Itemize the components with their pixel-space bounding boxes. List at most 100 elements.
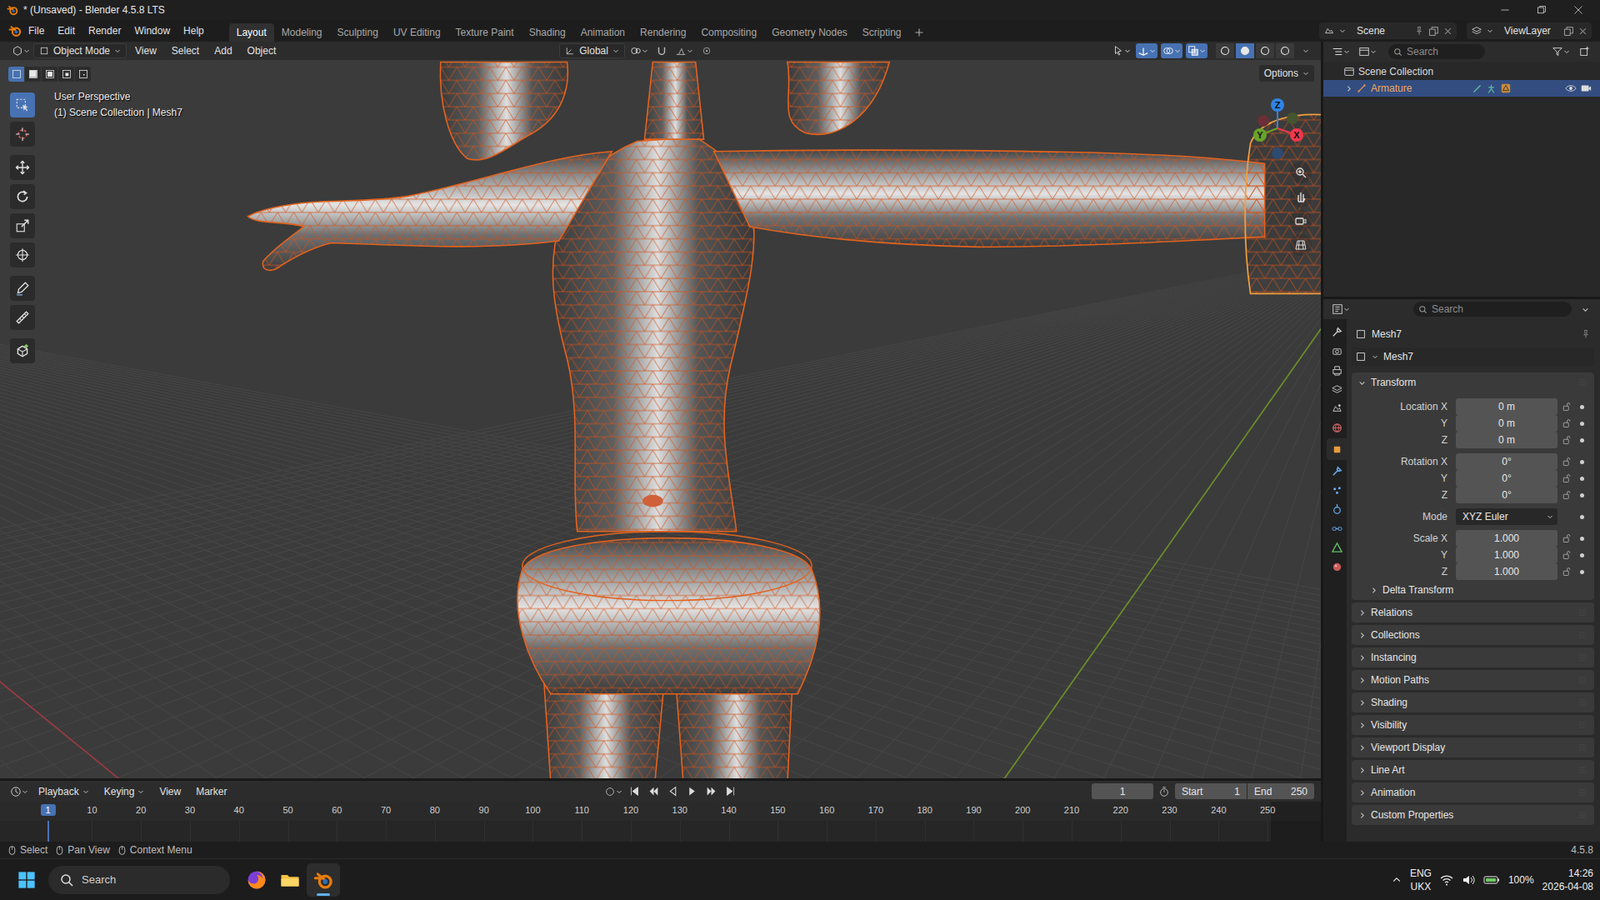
- start-frame-field[interactable]: Start1: [1175, 783, 1247, 800]
- properties-tab[interactable]: [1326, 438, 1347, 460]
- start-button[interactable]: [10, 863, 44, 897]
- navigation-gizmo[interactable]: ZYX: [1244, 95, 1315, 165]
- property-field[interactable]: 0 m: [1455, 398, 1558, 415]
- select-mode-button[interactable]: [58, 66, 75, 82]
- jump-end-button[interactable]: [722, 784, 740, 800]
- property-field[interactable]: 0°: [1455, 453, 1558, 470]
- gizmo-axis[interactable]: Z: [1270, 98, 1285, 129]
- select-mode-button[interactable]: [41, 66, 58, 82]
- close-button[interactable]: [1560, 0, 1597, 20]
- workspace-tab[interactable]: Texture Paint: [448, 23, 522, 42]
- properties-tab[interactable]: [1326, 500, 1347, 518]
- camera-view-button[interactable]: [1290, 210, 1312, 232]
- viewport-menu[interactable]: Add: [207, 43, 239, 59]
- panel-header[interactable]: Visibility: [1351, 715, 1595, 735]
- property-field[interactable]: 0 m: [1455, 415, 1558, 432]
- properties-tab[interactable]: [1326, 323, 1347, 340]
- select-mode-button[interactable]: [8, 66, 25, 82]
- play-reverse-button[interactable]: [665, 784, 682, 800]
- timeline-menu[interactable]: Playback: [31, 784, 96, 800]
- selected-object[interactable]: [1245, 114, 1321, 294]
- workspace-tab[interactable]: Modeling: [274, 23, 330, 42]
- properties-tab[interactable]: [1326, 342, 1347, 360]
- property-field[interactable]: 0°: [1455, 486, 1558, 504]
- jump-start-button[interactable]: [626, 784, 644, 800]
- tool-button[interactable]: [10, 242, 35, 268]
- lock-open-icon[interactable]: [1561, 401, 1572, 412]
- taskbar-search[interactable]: Search: [48, 865, 230, 895]
- lock-open-icon[interactable]: [1561, 456, 1572, 467]
- workspace-tab[interactable]: Rendering: [632, 23, 694, 42]
- panel-header[interactable]: Animation: [1351, 782, 1595, 803]
- lock-open-icon[interactable]: [1561, 435, 1572, 445]
- viewport-menu[interactable]: Object: [240, 43, 284, 59]
- timeline-track[interactable]: [0, 820, 1321, 842]
- panel-header[interactable]: Line Art: [1351, 760, 1595, 780]
- panel-header[interactable]: Relations: [1351, 602, 1595, 623]
- menu-item[interactable]: Edit: [50, 22, 82, 40]
- timeline-menu[interactable]: Marker: [189, 784, 234, 800]
- timeline-menu[interactable]: View: [152, 784, 188, 800]
- menu-item[interactable]: File: [21, 22, 51, 40]
- xray-button[interactable]: [1185, 43, 1208, 59]
- keyframe-dot[interactable]: [1580, 460, 1585, 465]
- character-mesh[interactable]: [247, 61, 1265, 779]
- outliner-search[interactable]: Search: [1388, 44, 1485, 60]
- tool-button[interactable]: [10, 338, 35, 364]
- editor-type-button[interactable]: [8, 784, 30, 800]
- zoom-button[interactable]: [1290, 161, 1312, 184]
- next-keyframe-button[interactable]: [703, 784, 720, 800]
- view-layer-field[interactable]: ViewLayer: [1466, 22, 1592, 40]
- workspace-tab[interactable]: UV Editing: [385, 23, 449, 42]
- panel-header[interactable]: Viewport Display: [1351, 737, 1595, 758]
- property-field[interactable]: 1.000: [1455, 530, 1558, 547]
- keyframe-dot[interactable]: [1580, 438, 1585, 443]
- snap-button[interactable]: [653, 43, 670, 59]
- add-workspace-button[interactable]: [909, 23, 930, 42]
- restore-button[interactable]: [1523, 0, 1560, 20]
- 3d-scene[interactable]: [0, 60, 1321, 779]
- gizmos-button[interactable]: [1135, 43, 1158, 59]
- proportional-button[interactable]: [698, 43, 715, 59]
- play-button[interactable]: [684, 784, 701, 800]
- viewport-menu[interactable]: Select: [165, 43, 206, 59]
- property-field[interactable]: 0 m: [1455, 431, 1558, 449]
- taskbar-app[interactable]: [273, 863, 307, 897]
- panel-header[interactable]: Shading: [1351, 692, 1595, 713]
- gizmo-axis[interactable]: Y: [1253, 128, 1278, 142]
- lock-open-icon[interactable]: [1561, 473, 1572, 484]
- properties-tab[interactable]: [1326, 539, 1347, 556]
- property-dropdown[interactable]: XYZ Euler: [1455, 508, 1558, 525]
- property-field[interactable]: 1.000: [1455, 546, 1558, 564]
- panel-header[interactable]: Motion Paths: [1351, 670, 1595, 690]
- properties-tab[interactable]: [1326, 462, 1347, 480]
- tool-button[interactable]: [10, 275, 35, 301]
- current-frame-indicator[interactable]: 1: [40, 804, 55, 816]
- keyframe-dot[interactable]: [1580, 570, 1585, 575]
- workspace-tab[interactable]: Shading: [521, 23, 574, 42]
- display-mode-button[interactable]: [1356, 44, 1379, 60]
- workspace-tab[interactable]: Sculpting: [330, 23, 386, 42]
- input-language[interactable]: ENGUKX: [1410, 866, 1432, 894]
- ortho-toggle-button[interactable]: [1290, 234, 1312, 256]
- shading-mode-button[interactable]: [1275, 43, 1295, 59]
- filter-button[interactable]: [1550, 44, 1572, 60]
- lock-open-icon[interactable]: [1561, 550, 1572, 560]
- keyframe-dot[interactable]: [1580, 515, 1585, 520]
- properties-tab[interactable]: [1326, 520, 1347, 537]
- overlays-button[interactable]: [1160, 43, 1183, 59]
- options-dropdown[interactable]: Options: [1259, 65, 1315, 82]
- orientation-dropdown[interactable]: Global: [559, 43, 625, 59]
- frame-ruler[interactable]: 1020304050607080901001101201301401501601…: [0, 801, 1321, 821]
- subpanel-header[interactable]: Delta Transform: [1358, 580, 1588, 600]
- keyframe-dot[interactable]: [1580, 421, 1585, 426]
- pivot-button[interactable]: [628, 43, 650, 59]
- tool-button[interactable]: [10, 305, 35, 330]
- workspace-tab[interactable]: Layout: [229, 23, 275, 42]
- menu-item[interactable]: Render: [81, 22, 128, 40]
- playhead[interactable]: [47, 820, 50, 842]
- keyframe-dot[interactable]: [1580, 553, 1585, 558]
- panel-header[interactable]: Transform: [1351, 372, 1595, 393]
- properties-tab[interactable]: [1326, 558, 1347, 575]
- editor-type-button[interactable]: [10, 43, 32, 59]
